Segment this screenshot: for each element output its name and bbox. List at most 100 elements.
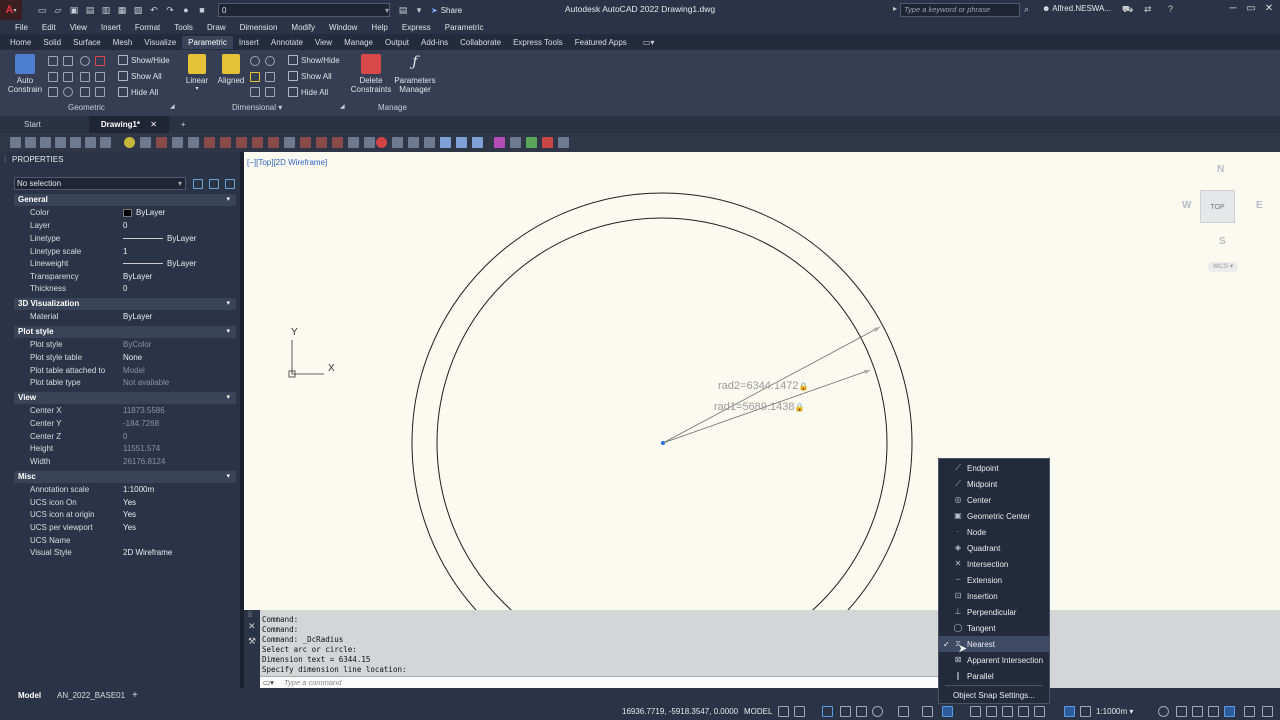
customization-icon[interactable] <box>1244 706 1255 717</box>
polar-icon[interactable] <box>856 706 867 717</box>
aligned-button[interactable]: Aligned <box>214 54 248 85</box>
isolate-icon[interactable] <box>1192 706 1203 717</box>
tool-icon[interactable] <box>408 137 419 148</box>
radius-icon[interactable] <box>250 56 260 66</box>
toggle-pickadd-icon[interactable] <box>193 179 203 189</box>
isodraft-icon[interactable] <box>872 706 883 717</box>
tab-model[interactable]: Model <box>16 691 43 700</box>
snap-perpendicular[interactable]: ⊥ Perpendicular <box>939 604 1049 620</box>
snap-node[interactable]: · Node <box>939 524 1049 540</box>
parameters-manager-button[interactable]: ƒ Parameters Manager <box>394 54 436 94</box>
tab-mesh[interactable]: Mesh <box>107 36 139 49</box>
dynamic-input-icon[interactable] <box>822 706 833 717</box>
tab-view[interactable]: View <box>309 36 338 49</box>
menu-format[interactable]: Format <box>128 23 167 32</box>
convert-icon[interactable] <box>265 72 275 82</box>
grip-icon[interactable]: ⁞ <box>4 152 6 168</box>
open-web-icon[interactable]: ▥ <box>99 3 113 17</box>
help-search-input[interactable]: Type a keyword or phrase <box>900 3 1020 17</box>
lineweight-icon[interactable] <box>922 706 933 717</box>
prop-row[interactable]: Visual Style 2D Wireframe <box>14 547 236 560</box>
workspace-dropdown-icon[interactable]: ▾ <box>412 3 426 17</box>
compass-south[interactable]: S <box>1219 236 1226 247</box>
tab-start[interactable]: Start <box>0 116 65 133</box>
tab-add-ins[interactable]: Add-ins <box>415 36 454 49</box>
equal-icon[interactable] <box>95 87 105 97</box>
tool-icon[interactable] <box>526 137 537 148</box>
menu-tools[interactable]: Tools <box>167 23 200 32</box>
snap-apparent-intersection[interactable]: ⊠ Apparent Intersection <box>939 652 1049 668</box>
application-menu-button[interactable]: A ▾ <box>0 0 22 20</box>
prop-row[interactable]: Plot table attached to Model <box>14 365 236 378</box>
annotational-icon[interactable] <box>265 87 275 97</box>
auto-scale-icon[interactable] <box>1080 706 1091 717</box>
tool-icon[interactable] <box>252 137 263 148</box>
compass-west[interactable]: W <box>1182 200 1191 211</box>
tool-icon[interactable] <box>300 137 311 148</box>
cart-icon[interactable]: ⛟ <box>1122 4 1133 16</box>
tool-icon[interactable] <box>70 137 81 148</box>
tool-icon[interactable] <box>364 137 375 148</box>
snap-quadrant[interactable]: ◈ Quadrant <box>939 540 1049 556</box>
prop-row[interactable]: Transparency ByLayer <box>14 271 236 284</box>
snap-midpoint[interactable]: ⟋ Midpoint <box>939 476 1049 492</box>
smooth-icon[interactable] <box>63 87 73 97</box>
prop-row[interactable]: UCS Name <box>14 535 236 548</box>
tool-icon[interactable] <box>348 137 359 148</box>
model-space-toggle[interactable]: MODEL <box>744 707 772 716</box>
tab-insert[interactable]: Insert <box>233 36 265 49</box>
tool-icon[interactable] <box>284 137 295 148</box>
geo-show-all-button[interactable]: Show All <box>118 71 162 81</box>
angular-icon[interactable] <box>250 72 260 82</box>
geometric-panel-label[interactable]: Geometric <box>68 103 105 112</box>
tool-icon[interactable] <box>558 137 569 148</box>
tab-parametric[interactable]: Parametric <box>182 35 233 49</box>
tab-express-tools[interactable]: Express Tools <box>507 36 569 49</box>
close-icon[interactable]: ✕ <box>248 621 260 632</box>
selection-dropdown[interactable]: No selection ▾ <box>14 177 186 190</box>
tool-icon[interactable] <box>55 137 66 148</box>
menu-dimension[interactable]: Dimension <box>233 23 285 32</box>
tab-visualize[interactable]: Visualize <box>138 36 182 49</box>
perpendicular-icon[interactable] <box>63 72 73 82</box>
prop-row[interactable]: Lineweight ByLayer <box>14 258 236 271</box>
menu-help[interactable]: Help <box>364 23 394 32</box>
tab-drawing1[interactable]: Drawing1* ✕ <box>88 116 169 133</box>
prop-row[interactable]: Layer 0 <box>14 220 236 233</box>
layer-dropdown[interactable]: 0 ▾ <box>218 3 390 17</box>
diameter-icon[interactable] <box>265 56 275 66</box>
prop-row[interactable]: UCS icon at origin Yes <box>14 509 236 522</box>
tool-icon[interactable] <box>472 137 483 148</box>
tool-icon[interactable] <box>376 137 387 148</box>
prop-row[interactable]: Plot style ByColor <box>14 339 236 352</box>
prop-row[interactable]: Center Y -184.7268 <box>14 418 236 431</box>
tool-icon[interactable] <box>440 137 451 148</box>
prop-row[interactable]: Annotation scale 1:1000m <box>14 484 236 497</box>
hardware-icon[interactable] <box>1208 706 1219 717</box>
viewcube-top-face[interactable]: TOP <box>1200 190 1235 223</box>
tool-icon[interactable] <box>220 137 231 148</box>
dynamic-ucs-icon[interactable] <box>1002 706 1013 717</box>
horizontal-icon[interactable] <box>48 56 58 66</box>
ortho-icon[interactable] <box>840 706 851 717</box>
gizmo-icon[interactable] <box>1034 706 1045 717</box>
new-tab-button[interactable]: + <box>169 116 198 133</box>
prop-row[interactable]: Height 11551.574 <box>14 443 236 456</box>
tool-icon[interactable] <box>316 137 327 148</box>
undo-icon[interactable]: ↶ <box>147 3 161 17</box>
tool-icon[interactable] <box>332 137 343 148</box>
gear-icon[interactable] <box>1158 706 1169 717</box>
snap-geometric-center[interactable]: ▣ Geometric Center <box>939 508 1049 524</box>
coordinates-readout[interactable]: 16936.7719, -5918.3547, 0.0000 <box>622 707 738 716</box>
compass-north[interactable]: N <box>1217 164 1224 175</box>
coincident-icon[interactable] <box>48 72 58 82</box>
exchange-icon[interactable]: ⇄ <box>1144 4 1152 15</box>
tab-featured-apps[interactable]: Featured Apps <box>569 36 633 49</box>
save-web-icon[interactable]: ▦ <box>115 3 129 17</box>
center-grip[interactable] <box>661 441 665 445</box>
menu-parametric[interactable]: Parametric <box>438 23 491 32</box>
tangent-icon[interactable] <box>80 56 90 66</box>
tool-icon[interactable] <box>124 137 135 148</box>
snap-extension[interactable]: ┈ Extension <box>939 572 1049 588</box>
annotation-visibility-icon[interactable] <box>1064 706 1075 717</box>
